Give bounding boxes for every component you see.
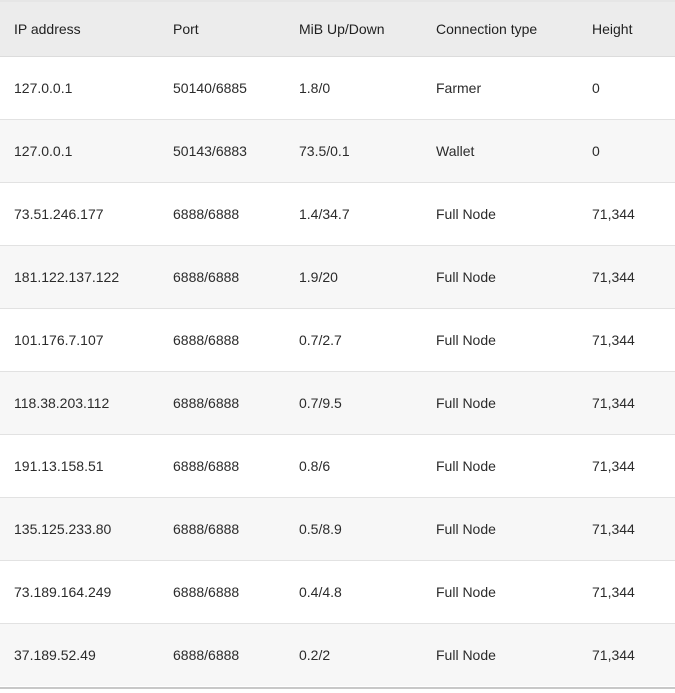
cell-port: 6888/6888: [159, 308, 285, 372]
cell-port: 6888/6888: [159, 434, 285, 498]
cell-height: 71,344: [578, 182, 675, 246]
cell-port: 6888/6888: [159, 371, 285, 435]
cell-connection-type: Full Node: [422, 434, 578, 498]
cell-mib-up-down: 0.5/8.9: [285, 497, 422, 561]
cell-mib-up-down: 1.8/0: [285, 56, 422, 120]
header-port: Port: [159, 2, 285, 57]
cell-connection-type: Full Node: [422, 371, 578, 435]
cell-mib-up-down: 1.9/20: [285, 245, 422, 309]
connections-table: IP address Port MiB Up/Down Connection t…: [0, 2, 675, 686]
cell-height: 71,344: [578, 434, 675, 498]
cell-ip-address: 37.189.52.49: [14, 646, 96, 663]
cell-connection-type: Farmer: [422, 56, 578, 120]
cell-ip-address: 101.176.7.107: [0, 308, 159, 372]
cell-mib-up-down: 0.2/2: [299, 646, 331, 663]
cell-height: 71,344: [578, 308, 675, 372]
table-row: 127.0.0.1 50140/6885 1.8/0 Farmer 0: [0, 56, 675, 120]
table-row: 73.51.246.177 6888/6888 1.4/34.7 Full No…: [0, 182, 675, 246]
cell-ip-address: 127.0.0.1: [0, 56, 159, 120]
cell-mib-up-down: 0.8/6: [285, 434, 422, 498]
table-row: 181.122.137.122 6888/6888 1.9/20 Full No…: [0, 245, 675, 309]
table-header: IP address Port MiB Up/Down Connection t…: [0, 2, 675, 57]
cell-connection-type: Wallet: [422, 119, 578, 183]
header-row: IP address Port MiB Up/Down Connection t…: [0, 2, 675, 57]
table-row: 37.189.52.49 6888/6888 0.2/2 Full Node 7…: [0, 623, 675, 686]
header-ip-address: IP address: [0, 2, 159, 57]
table-row: 135.125.233.80 6888/6888 0.5/8.9 Full No…: [0, 497, 675, 561]
cell-connection-type: Full Node: [422, 560, 578, 624]
table-row: 101.176.7.107 6888/6888 0.7/2.7 Full Nod…: [0, 308, 675, 372]
cell-ip-address: 181.122.137.122: [0, 245, 159, 309]
cell-connection-type: Full Node: [422, 497, 578, 561]
cell-connection-type: Full Node: [422, 245, 578, 309]
header-mib-up-down: MiB Up/Down: [285, 2, 422, 57]
cell-height: 71,344: [578, 371, 675, 435]
table-row: 127.0.0.1 50143/6883 73.5/0.1 Wallet 0: [0, 119, 675, 183]
cell-ip-address: 191.13.158.51: [0, 434, 159, 498]
cell-port: 50143/6883: [159, 119, 285, 183]
cell-height: 0: [578, 56, 675, 120]
table-row: 191.13.158.51 6888/6888 0.8/6 Full Node …: [0, 434, 675, 498]
cell-port: 6888/6888: [173, 646, 240, 663]
cell-height: 71,344: [578, 497, 675, 561]
cell-connection-type: Full Node: [436, 646, 496, 663]
header-connection-type: Connection type: [422, 2, 578, 57]
table-row: 118.38.203.112 6888/6888 0.7/9.5 Full No…: [0, 371, 675, 435]
cell-ip-address: 73.51.246.177: [0, 182, 159, 246]
connections-table-container: IP address Port MiB Up/Down Connection t…: [0, 0, 675, 689]
cell-connection-type: Full Node: [422, 308, 578, 372]
cell-port: 6888/6888: [159, 560, 285, 624]
cell-port: 6888/6888: [159, 182, 285, 246]
cell-port: 6888/6888: [159, 245, 285, 309]
cell-height: 0: [578, 119, 675, 183]
cell-port: 50140/6885: [159, 56, 285, 120]
cell-height: 71,344: [592, 646, 635, 663]
cell-mib-up-down: 1.4/34.7: [285, 182, 422, 246]
cell-mib-up-down: 73.5/0.1: [285, 119, 422, 183]
cell-ip-address: 118.38.203.112: [0, 371, 159, 435]
cell-ip-address: 127.0.0.1: [0, 119, 159, 183]
cell-mib-up-down: 0.7/2.7: [285, 308, 422, 372]
cell-height: 71,344: [578, 245, 675, 309]
table-row: 73.189.164.249 6888/6888 0.4/4.8 Full No…: [0, 560, 675, 624]
cell-height: 71,344: [578, 560, 675, 624]
cell-ip-address: 135.125.233.80: [0, 497, 159, 561]
cell-connection-type: Full Node: [422, 182, 578, 246]
cell-port: 6888/6888: [159, 497, 285, 561]
cell-ip-address: 73.189.164.249: [0, 560, 159, 624]
cell-mib-up-down: 0.7/9.5: [285, 371, 422, 435]
cell-mib-up-down: 0.4/4.8: [285, 560, 422, 624]
header-height: Height: [578, 2, 675, 57]
table-body: 127.0.0.1 50140/6885 1.8/0 Farmer 0 127.…: [0, 56, 675, 686]
